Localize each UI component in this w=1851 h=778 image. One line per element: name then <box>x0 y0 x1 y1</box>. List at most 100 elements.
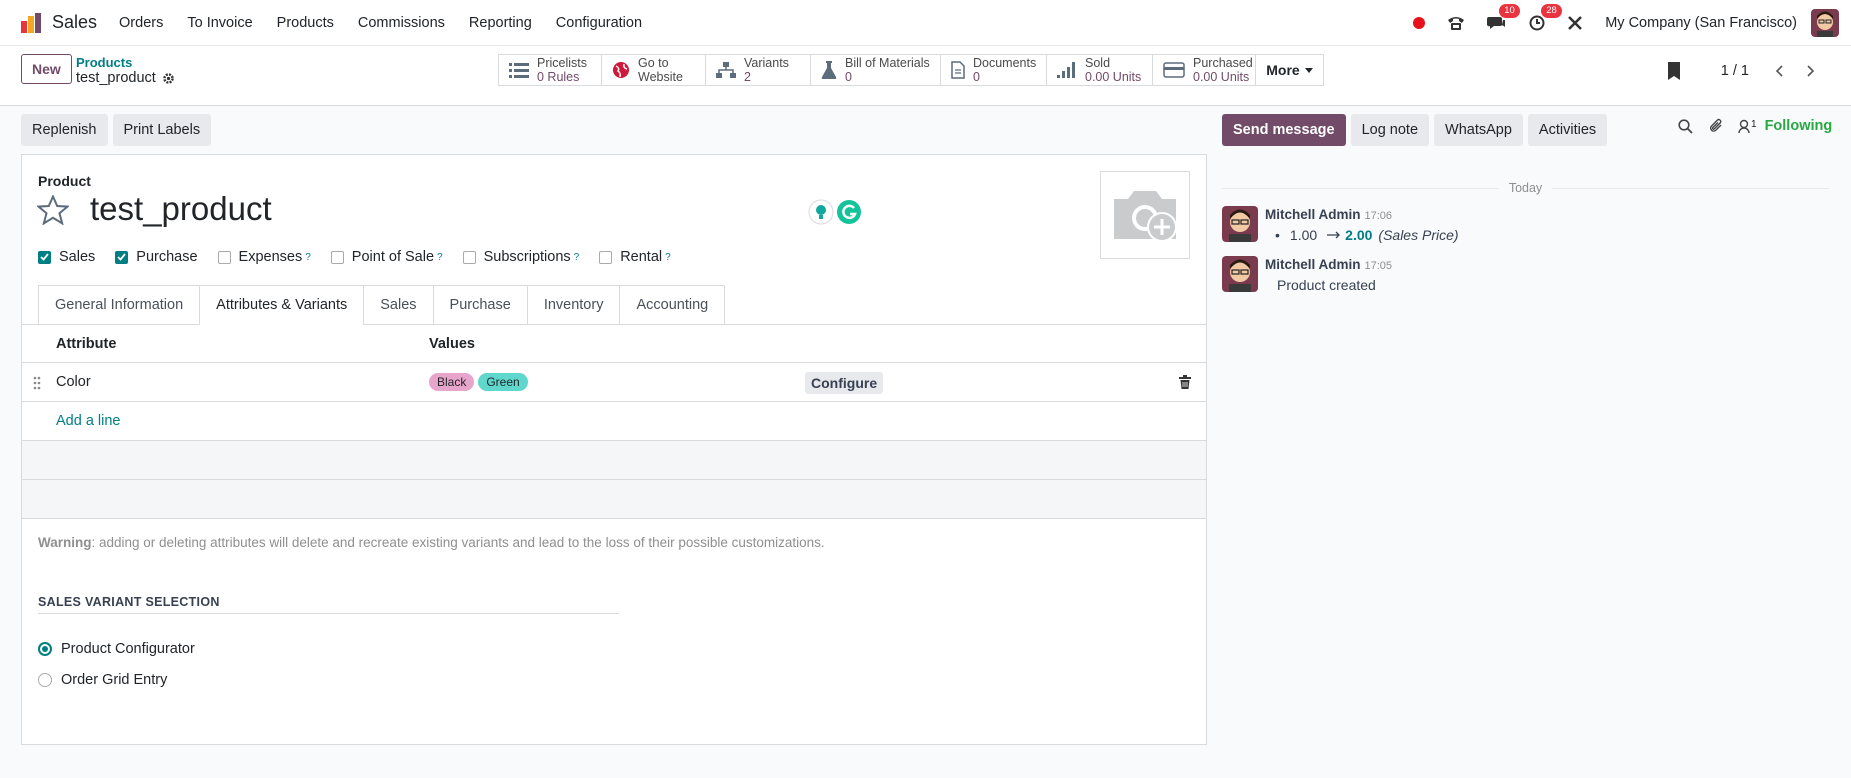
smart-button-documents[interactable]: Documents 0 <box>941 54 1047 86</box>
gear-icon[interactable] <box>162 72 175 85</box>
checkbox-subscriptions[interactable]: Subscriptions ? <box>462 249 580 265</box>
menu-orders[interactable]: Orders <box>119 15 163 31</box>
messages-icon[interactable]: 10 <box>1487 4 1520 31</box>
activities-button[interactable]: Activities <box>1527 114 1608 146</box>
smart-button-more[interactable]: More <box>1256 54 1324 86</box>
pager-previous-icon[interactable] <box>1763 57 1795 85</box>
notebook-tabs: General Information Attributes & Variant… <box>38 285 726 325</box>
new-value: 2.00 <box>1345 227 1373 243</box>
menu-configuration[interactable]: Configuration <box>556 15 642 31</box>
debug-tools-icon[interactable] <box>1567 15 1583 31</box>
favorite-star-icon[interactable] <box>35 194 71 228</box>
smart-value: 0 <box>845 70 852 84</box>
message-time: 17:05 <box>1364 260 1393 272</box>
help-tooltip-icon[interactable]: ? <box>305 252 311 263</box>
configure-button[interactable]: Configure <box>805 372 884 394</box>
values-cell[interactable]: Black Green <box>429 373 532 391</box>
checkbox-label: Purchase <box>136 249 198 265</box>
warning-text: : adding or deleting attributes will del… <box>91 535 825 550</box>
grammarly-icon[interactable] <box>836 199 862 225</box>
tab-general-information[interactable]: General Information <box>38 285 200 325</box>
checkbox-point-of-sale[interactable]: Point of Sale ? <box>330 249 443 265</box>
log-note-button[interactable]: Log note <box>1350 114 1430 146</box>
followers-icon[interactable]: 1 <box>1738 119 1757 134</box>
checkbox-rental[interactable]: Rental ? <box>599 249 671 265</box>
warning-label: Warning <box>38 535 92 550</box>
author-avatar[interactable] <box>1222 206 1258 242</box>
company-switcher[interactable]: My Company (San Francisco) <box>1605 15 1797 31</box>
smart-button-go-to-website[interactable]: Go to Website <box>602 54 706 86</box>
smart-button-sold[interactable]: Sold 0.00 Units <box>1047 54 1153 86</box>
smart-button-bill-of-materials[interactable]: Bill of Materials 0 <box>811 54 941 86</box>
checkbox-unchecked-icon[interactable] <box>330 250 344 264</box>
checkbox-checked-icon[interactable] <box>38 250 51 264</box>
tab-accounting[interactable]: Accounting <box>619 285 726 325</box>
radio-order-grid-entry[interactable]: Order Grid Entry <box>38 672 167 688</box>
column-header-attribute[interactable]: Attribute <box>56 336 429 352</box>
checkbox-sales[interactable]: Sales <box>38 249 95 265</box>
attribute-cell[interactable]: Color <box>56 374 429 390</box>
replenish-button[interactable]: Replenish <box>21 114 108 146</box>
author-avatar[interactable] <box>1222 256 1258 292</box>
paperclip-icon[interactable] <box>1709 118 1724 134</box>
bullet-icon: • <box>1275 227 1280 243</box>
sitemap-icon <box>716 62 736 78</box>
empty-row <box>22 480 1206 519</box>
checkbox-expenses[interactable]: Expenses ? <box>217 249 311 265</box>
help-tooltip-icon[interactable]: ? <box>665 252 671 263</box>
menu-products[interactable]: Products <box>277 15 334 31</box>
checkbox-checked-icon[interactable] <box>115 250 129 264</box>
print-labels-button[interactable]: Print Labels <box>112 114 212 146</box>
product-image-upload[interactable] <box>1100 171 1190 259</box>
message-author[interactable]: Mitchell Admin <box>1265 257 1361 272</box>
app-name[interactable]: Sales <box>52 12 97 33</box>
whatsapp-button[interactable]: WhatsApp <box>1434 114 1523 146</box>
flask-icon <box>821 61 837 79</box>
tab-sales[interactable]: Sales <box>363 285 433 325</box>
menu-commissions[interactable]: Commissions <box>358 15 445 31</box>
user-avatar[interactable] <box>1811 9 1839 37</box>
phone-icon[interactable] <box>1447 15 1465 31</box>
activities-clock-icon[interactable]: 28 <box>1529 4 1562 31</box>
radio-selected-icon[interactable] <box>38 642 52 656</box>
following-button[interactable]: Following <box>1765 118 1833 134</box>
bookmark-icon[interactable] <box>1667 61 1681 81</box>
tab-purchase[interactable]: Purchase <box>432 285 527 325</box>
smart-value: 2 <box>744 70 751 84</box>
trash-icon[interactable] <box>1179 375 1191 389</box>
smart-button-variants[interactable]: Variants 2 <box>706 54 811 86</box>
column-header-values[interactable]: Values <box>429 336 475 352</box>
send-message-button[interactable]: Send message <box>1222 114 1346 146</box>
message-author[interactable]: Mitchell Admin <box>1265 207 1361 222</box>
credit-card-icon <box>1163 62 1185 78</box>
list-icon <box>509 62 529 78</box>
smart-button-purchased[interactable]: Purchased 0.00 Units <box>1153 54 1256 86</box>
tab-attributes-variants[interactable]: Attributes & Variants <box>199 285 364 325</box>
new-button[interactable]: New <box>21 54 72 84</box>
checkbox-unchecked-icon[interactable] <box>462 250 476 264</box>
smart-button-pricelists[interactable]: Pricelists 0 Rules <box>498 54 602 86</box>
tab-inventory[interactable]: Inventory <box>526 285 620 325</box>
pager-next-icon[interactable] <box>1795 57 1827 85</box>
form-sheet: Product test_product Sales Purchase Expe… <box>21 154 1207 745</box>
checkbox-purchase[interactable]: Purchase <box>115 249 198 265</box>
pager-value[interactable]: 1 / 1 <box>1721 63 1749 79</box>
table-row[interactable]: Color Black Green Configure <box>22 363 1206 402</box>
date-separator-label: Today <box>1508 181 1543 195</box>
menu-to-invoice[interactable]: To Invoice <box>187 15 252 31</box>
radio-product-configurator[interactable]: Product Configurator <box>38 641 195 657</box>
menu-reporting[interactable]: Reporting <box>469 15 532 31</box>
lightbulb-extension-icon[interactable] <box>808 199 834 225</box>
help-tooltip-icon[interactable]: ? <box>574 252 580 263</box>
add-a-line-link[interactable]: Add a line <box>56 413 121 429</box>
radio-unselected-icon[interactable] <box>38 673 52 687</box>
product-name-field[interactable]: test_product <box>90 190 272 228</box>
help-tooltip-icon[interactable]: ? <box>437 252 443 263</box>
breadcrumb-products[interactable]: Products <box>76 55 132 70</box>
checkbox-unchecked-icon[interactable] <box>599 250 613 264</box>
checkbox-unchecked-icon[interactable] <box>217 250 231 264</box>
drag-handle-icon[interactable] <box>33 376 41 390</box>
search-icon[interactable] <box>1678 118 1693 134</box>
sales-app-icon[interactable] <box>20 12 42 34</box>
recording-dot-icon[interactable] <box>1413 17 1426 29</box>
